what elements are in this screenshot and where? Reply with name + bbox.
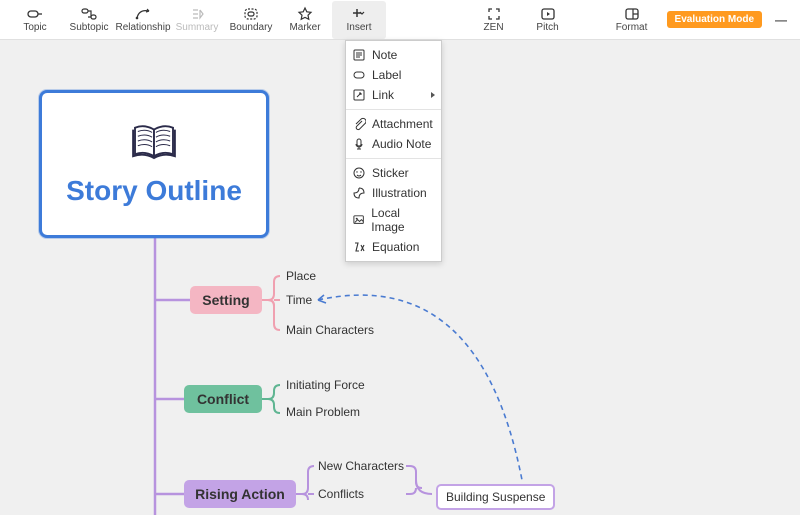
insert-note-label: Note xyxy=(372,48,397,62)
boundary-button[interactable]: Boundary xyxy=(224,1,278,39)
chevron-right-icon xyxy=(431,92,435,98)
insert-label[interactable]: Label xyxy=(346,65,441,85)
insert-attachment-label: Attachment xyxy=(372,117,433,131)
subnode-initiating-force[interactable]: Initiating Force xyxy=(286,378,365,392)
insert-audio-label: Audio Note xyxy=(372,137,431,151)
boundary-label: Boundary xyxy=(230,23,273,33)
node-building-suspense[interactable]: Building Suspense xyxy=(436,484,555,510)
node-setting-label: Setting xyxy=(202,292,249,308)
link-icon xyxy=(352,88,366,102)
insert-label: Insert xyxy=(346,23,371,33)
dropdown-separator xyxy=(346,158,441,159)
marker-label: Marker xyxy=(289,23,320,33)
image-icon xyxy=(352,213,365,227)
toolbar-group-view: ZEN Pitch xyxy=(467,1,575,39)
toolbar: Topic Subtopic Relationship Summary Boun… xyxy=(0,0,800,40)
evaluation-mode-badge[interactable]: Evaluation Mode xyxy=(667,11,762,28)
insert-dropdown: Note Label Link Attachment Audio Note St… xyxy=(345,40,442,262)
subnode-place[interactable]: Place xyxy=(286,269,316,283)
pitch-button[interactable]: Pitch xyxy=(521,1,575,39)
relationship-icon xyxy=(135,6,151,22)
insert-equation-label: Equation xyxy=(372,240,419,254)
illustration-icon xyxy=(352,186,366,200)
subnode-time[interactable]: Time xyxy=(286,293,312,307)
insert-sticker-label: Sticker xyxy=(372,166,409,180)
subnode-conflicts[interactable]: Conflicts xyxy=(318,487,364,501)
subnode-main-characters[interactable]: Main Characters xyxy=(286,323,374,337)
insert-localimage-label: Local Image xyxy=(371,206,433,234)
insert-local-image[interactable]: Local Image xyxy=(346,203,441,237)
subnode-main-problem[interactable]: Main Problem xyxy=(286,405,360,419)
insert-illustration[interactable]: Illustration xyxy=(346,183,441,203)
pitch-icon xyxy=(540,6,556,22)
subtopic-icon xyxy=(81,6,97,22)
insert-icon xyxy=(351,6,367,22)
subtopic-label: Subtopic xyxy=(70,23,109,33)
insert-note[interactable]: Note xyxy=(346,45,441,65)
collapse-button[interactable]: — xyxy=(770,13,792,27)
summary-button[interactable]: Summary xyxy=(170,1,224,39)
insert-link[interactable]: Link xyxy=(346,85,441,105)
pitch-label: Pitch xyxy=(536,23,558,33)
book-icon xyxy=(131,122,177,163)
subnode-new-characters[interactable]: New Characters xyxy=(318,459,404,473)
format-label: Format xyxy=(616,23,648,33)
relationship-label: Relationship xyxy=(115,23,170,33)
insert-link-label: Link xyxy=(372,88,394,102)
topic-label: Topic xyxy=(23,23,46,33)
note-icon xyxy=(352,48,366,62)
insert-button[interactable]: Insert xyxy=(332,1,386,39)
zen-button[interactable]: ZEN xyxy=(467,1,521,39)
insert-label-label: Label xyxy=(372,68,401,82)
marker-button[interactable]: Marker xyxy=(278,1,332,39)
format-icon xyxy=(624,6,640,22)
insert-equation[interactable]: Equation xyxy=(346,237,441,257)
boundary-icon xyxy=(243,6,259,22)
subtopic-button[interactable]: Subtopic xyxy=(62,1,116,39)
toolbar-group-left: Topic Subtopic Relationship Summary Boun… xyxy=(8,1,386,39)
node-rising-label: Rising Action xyxy=(195,486,285,502)
attachment-icon xyxy=(352,117,366,131)
sticker-icon xyxy=(352,166,366,180)
insert-audio-note[interactable]: Audio Note xyxy=(346,134,441,154)
insert-illustration-label: Illustration xyxy=(372,186,427,200)
node-setting[interactable]: Setting xyxy=(190,286,262,314)
zen-icon xyxy=(486,6,502,22)
node-conflict[interactable]: Conflict xyxy=(184,385,262,413)
node-rising-action[interactable]: Rising Action xyxy=(184,480,296,508)
building-suspense-label: Building Suspense xyxy=(446,490,545,504)
equation-icon xyxy=(352,240,366,254)
audio-icon xyxy=(352,137,366,151)
root-topic[interactable]: Story Outline xyxy=(39,90,269,238)
insert-attachment[interactable]: Attachment xyxy=(346,114,441,134)
format-button[interactable]: Format xyxy=(605,1,659,39)
summary-label: Summary xyxy=(176,23,219,33)
topic-button[interactable]: Topic xyxy=(8,1,62,39)
zen-label: ZEN xyxy=(484,23,504,33)
relationship-button[interactable]: Relationship xyxy=(116,1,170,39)
marker-icon xyxy=(297,6,313,22)
topic-icon xyxy=(27,6,43,22)
summary-icon xyxy=(189,6,205,22)
node-conflict-label: Conflict xyxy=(197,391,249,407)
insert-sticker[interactable]: Sticker xyxy=(346,163,441,183)
root-title: Story Outline xyxy=(66,175,242,207)
dropdown-separator xyxy=(346,109,441,110)
label-icon xyxy=(352,68,366,82)
